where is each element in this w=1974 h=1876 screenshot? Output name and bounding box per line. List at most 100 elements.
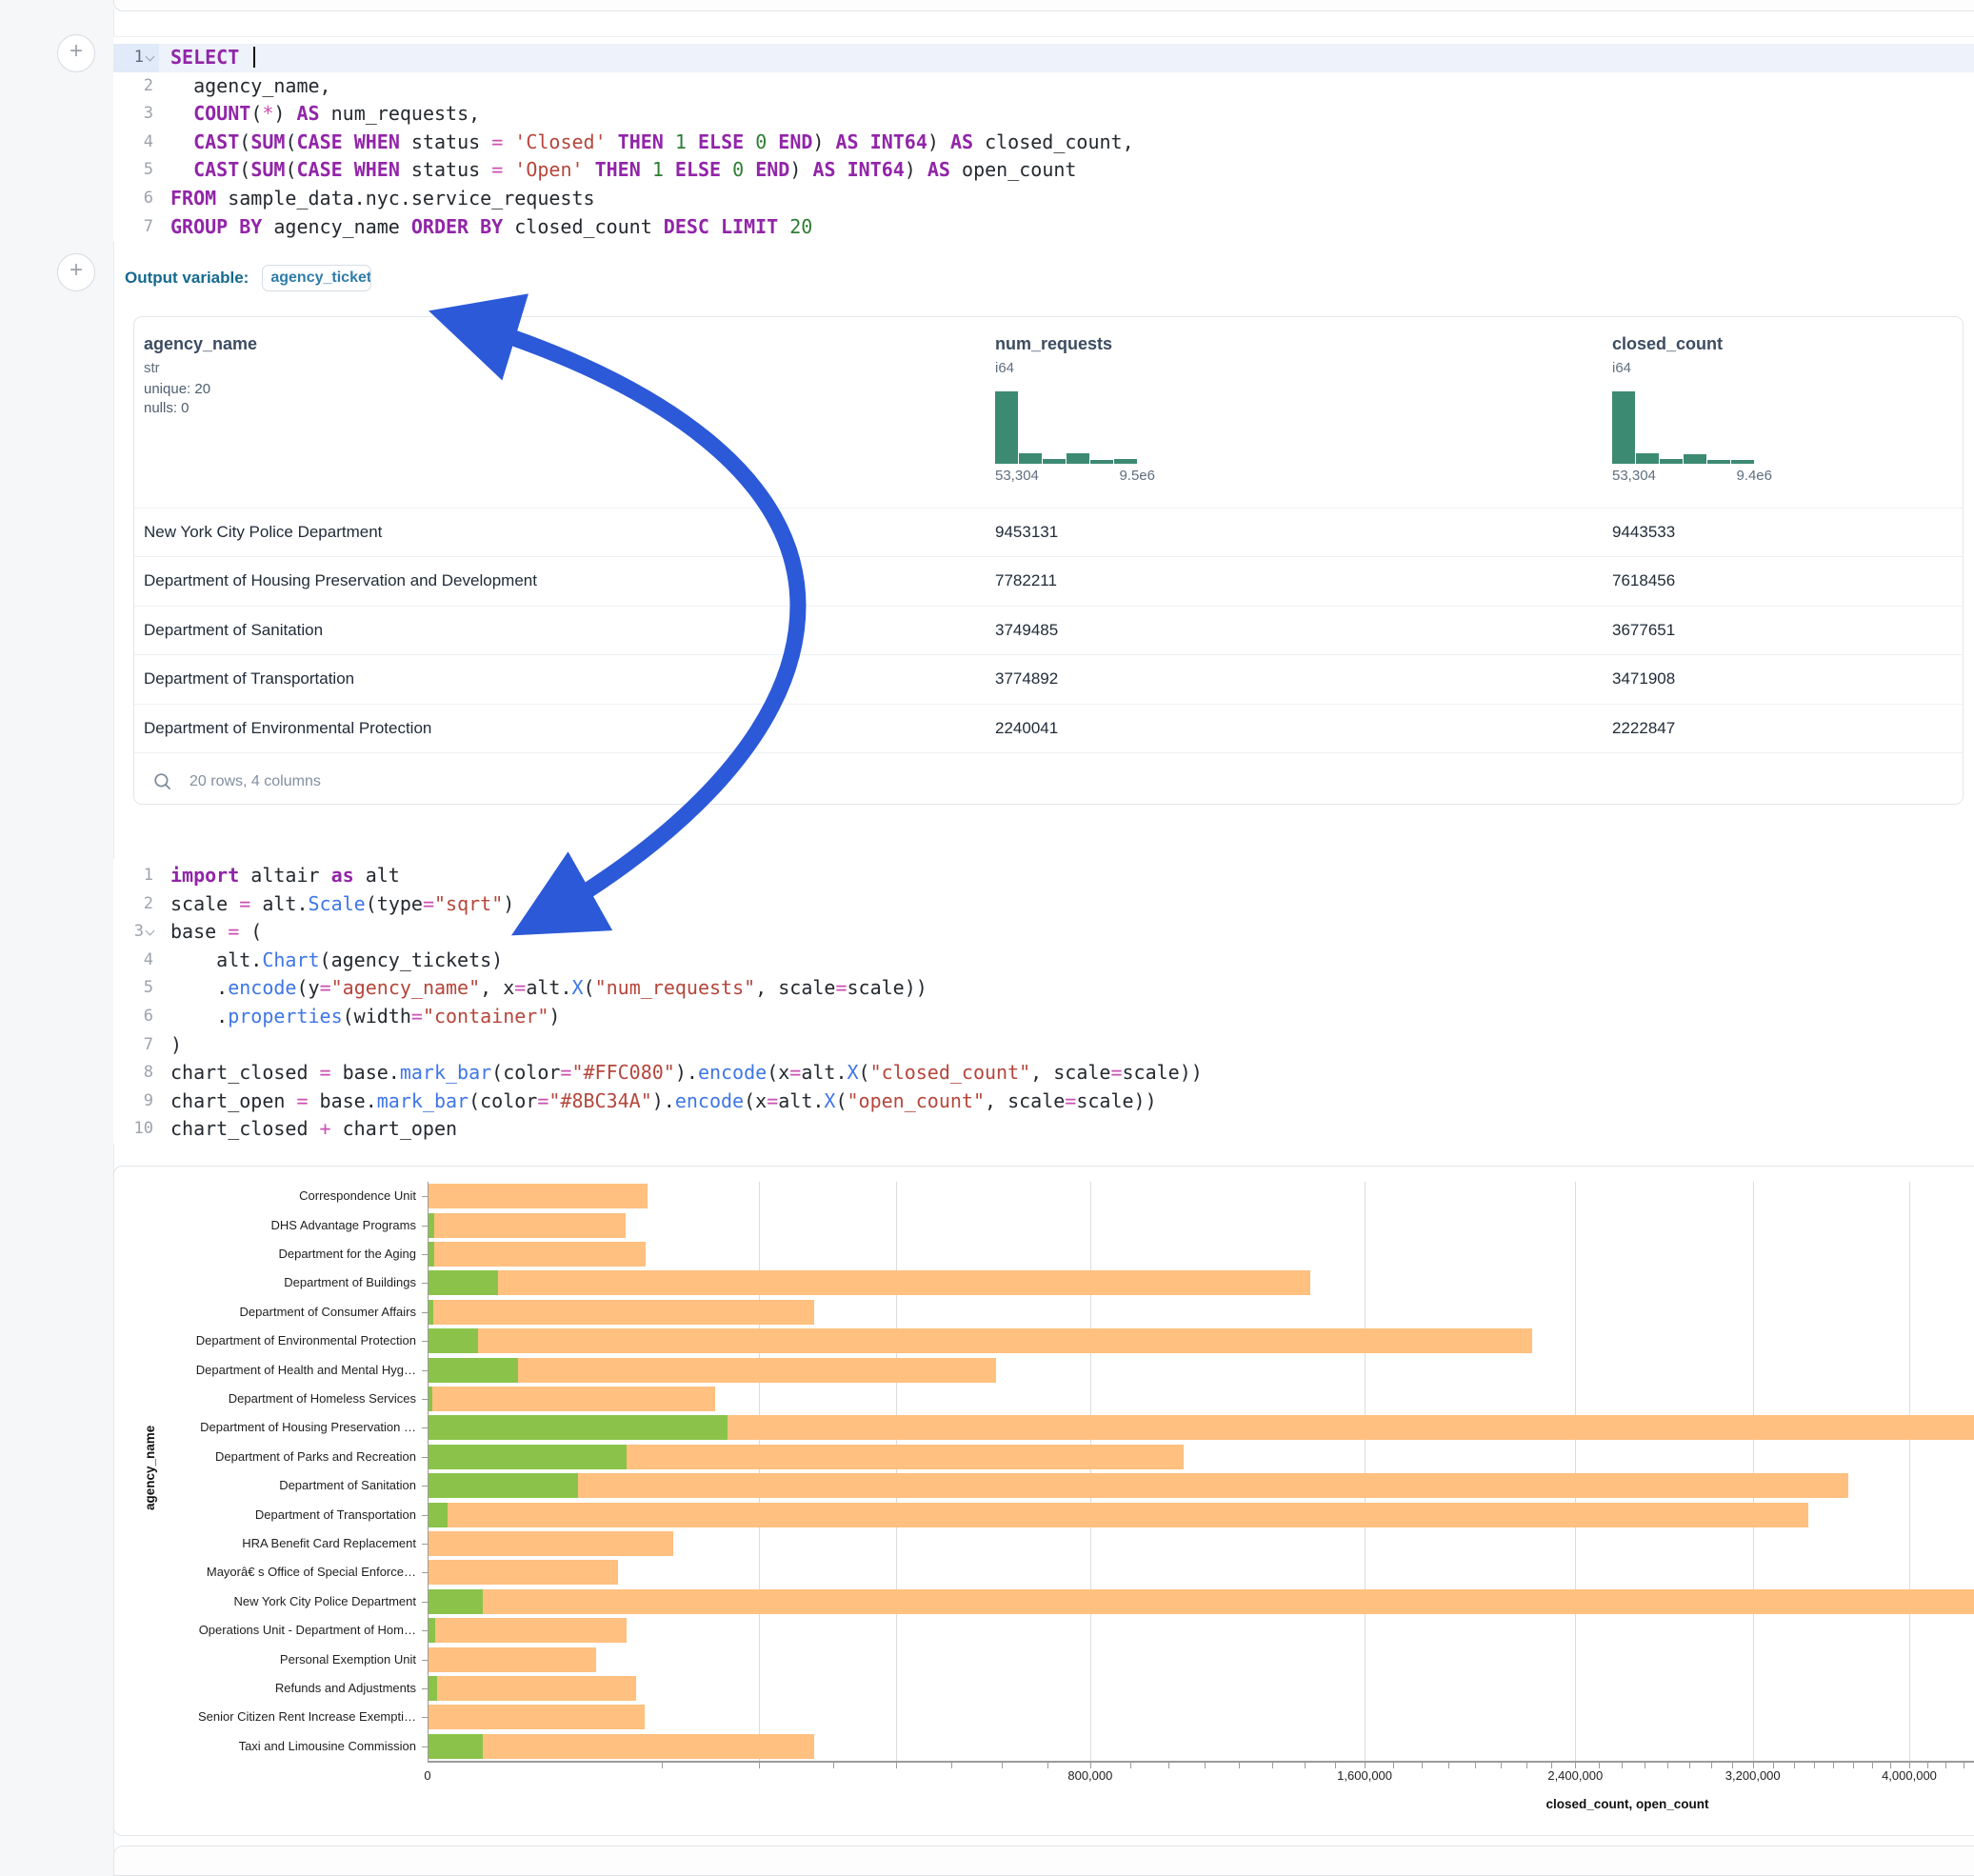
bar-closed-count (428, 1328, 1532, 1353)
chart-y-axis-title: agency_name (143, 1426, 157, 1510)
table-header: agency_namestrunique: 20nulls: 0 num_requ… (134, 317, 1963, 509)
x-minor-tick (1448, 1763, 1449, 1768)
code-line[interactable]: 5 CAST(SUM(CASE WHEN status = 'Open' THE… (113, 156, 1974, 185)
bar-open-count (428, 1618, 435, 1643)
line-number: 4 (113, 947, 159, 975)
column-header-agency_name[interactable]: agency_namestrunique: 20nulls: 0 (144, 334, 257, 416)
bar-open-count (428, 1734, 483, 1759)
gridline (1909, 1182, 1910, 1761)
next-cell-edge (113, 1846, 1974, 1876)
y-axis-label: Correspondence Unit (130, 1188, 416, 1203)
table-cell: 9443533 (1612, 509, 1675, 556)
x-minor-tick (662, 1763, 663, 1768)
table-cell: 3471908 (1612, 655, 1675, 703)
bar-closed-count (428, 1647, 596, 1672)
y-axis-label: Department of Consumer Affairs (130, 1305, 416, 1319)
line-number: 7 (113, 1031, 159, 1060)
line-number: 2 (113, 890, 159, 919)
x-axis-label: 3,200,000 (1686, 1768, 1820, 1783)
code-line[interactable]: 1import altair as alt (113, 862, 1974, 890)
column-header-closed_count[interactable]: closed_counti6453,3049.4e6 (1612, 334, 1772, 484)
code-line[interactable]: 2 agency_name, (113, 72, 1974, 101)
code-text: COUNT(*) AS num_requests, (159, 100, 480, 129)
line-number: 1 (113, 862, 159, 890)
bar-open-count (428, 1445, 627, 1469)
y-axis-label: Department of Sanitation (130, 1478, 416, 1492)
code-text: import altair as alt (159, 862, 400, 890)
table-cell: Department of Sanitation (144, 607, 323, 654)
x-minor-tick (1239, 1763, 1240, 1768)
output-variable-pill[interactable]: agency_tickets (262, 265, 371, 291)
code-line[interactable]: 7) (113, 1031, 1974, 1060)
table-row: New York City Police Department945313194… (134, 509, 1963, 557)
code-text: chart_open = base.mark_bar(color="#8BC34… (159, 1088, 1157, 1116)
gridline (1575, 1182, 1576, 1761)
y-axis-label: DHS Advantage Programs (130, 1218, 416, 1232)
table-row: Department of Housing Preservation and D… (134, 557, 1963, 606)
sql-code-cell[interactable]: 1SELECT 2 agency_name,3 COUNT(*) AS num_… (113, 36, 1974, 241)
bar-closed-count (428, 1676, 636, 1701)
line-number: 4 (113, 129, 159, 157)
code-line[interactable]: 2scale = alt.Scale(type="sqrt") (113, 890, 1974, 919)
code-line[interactable]: 10chart_closed + chart_open (113, 1115, 1974, 1144)
code-text: CAST(SUM(CASE WHEN status = 'Closed' THE… (159, 129, 1134, 157)
bar-closed-count (428, 1300, 814, 1325)
table-cell: Department of Housing Preservation and D… (144, 557, 537, 605)
code-line[interactable]: 7GROUP BY agency_name ORDER BY closed_co… (113, 213, 1974, 242)
gridline (1753, 1182, 1754, 1761)
code-line[interactable]: 4 CAST(SUM(CASE WHEN status = 'Closed' T… (113, 129, 1974, 157)
table-cell: 3677651 (1612, 607, 1675, 654)
code-text: alt.Chart(agency_tickets) (159, 947, 503, 975)
y-axis-label: Personal Exemption Unit (130, 1652, 416, 1666)
bar-open-count (428, 1213, 434, 1238)
chart-plot: closed_count, open_count Correspondence … (428, 1182, 1974, 1761)
code-line[interactable]: 1SELECT (113, 44, 1974, 72)
fold-caret-icon[interactable] (146, 927, 155, 936)
code-line[interactable]: 3base = ( (113, 918, 1974, 947)
x-minor-tick (1833, 1763, 1834, 1768)
python-code-cell[interactable]: 1import altair as alt2scale = alt.Scale(… (113, 859, 1974, 1144)
line-number: 3 (113, 918, 159, 947)
code-text: SELECT (159, 44, 255, 72)
bar-closed-count (428, 1270, 1310, 1295)
code-line[interactable]: 5 .encode(y="agency_name", x=alt.X("num_… (113, 974, 1974, 1003)
y-axis-label: Refunds and Adjustments (130, 1681, 416, 1695)
bar-open-count (428, 1242, 434, 1267)
code-text: base = ( (159, 918, 262, 947)
code-line[interactable]: 9chart_open = base.mark_bar(color="#8BC3… (113, 1088, 1974, 1116)
y-axis-label: Senior Citizen Rent Increase Exempti… (130, 1709, 416, 1724)
output-variable-label: Output variable: (125, 269, 249, 288)
table-cell: 2240041 (995, 705, 1058, 752)
search-icon[interactable] (153, 772, 172, 791)
add-cell-button-below[interactable]: + (57, 253, 95, 291)
y-axis-label: Department for the Aging (130, 1247, 416, 1261)
code-line[interactable]: 8chart_closed = base.mark_bar(color="#FF… (113, 1059, 1974, 1088)
table-cell: Department of Environmental Protection (144, 705, 431, 752)
column-header-num_requests[interactable]: num_requestsi6453,3049.5e6 (995, 334, 1155, 484)
code-text: GROUP BY agency_name ORDER BY closed_cou… (159, 213, 812, 242)
bar-open-count (428, 1328, 478, 1353)
y-axis-label: HRA Benefit Card Replacement (130, 1536, 416, 1550)
column-stats: unique: 20nulls: 0 (144, 381, 257, 416)
y-axis-line (428, 1182, 429, 1761)
code-line[interactable]: 6FROM sample_data.nyc.service_requests (113, 185, 1974, 213)
column-type: i64 (995, 360, 1155, 376)
bar-closed-count (428, 1387, 715, 1411)
line-number: 5 (113, 156, 159, 185)
y-axis-label: Department of Housing Preservation … (130, 1420, 416, 1434)
line-number: 7 (113, 213, 159, 242)
add-cell-button-top[interactable]: + (57, 34, 95, 72)
y-axis-label: Department of Environmental Protection (130, 1333, 416, 1347)
table-cell: 7782211 (995, 557, 1057, 605)
column-histogram (995, 391, 1138, 464)
code-line[interactable]: 4 alt.Chart(agency_tickets) (113, 947, 1974, 975)
code-text: chart_closed = base.mark_bar(color="#FFC… (159, 1059, 1203, 1088)
fold-caret-icon[interactable] (146, 52, 155, 62)
column-histogram (1612, 391, 1755, 464)
code-line[interactable]: 3 COUNT(*) AS num_requests, (113, 100, 1974, 129)
x-minor-tick (1667, 1763, 1668, 1768)
table-cell: 3749485 (995, 607, 1058, 654)
line-number: 8 (113, 1059, 159, 1088)
bar-closed-count (428, 1213, 626, 1238)
code-line[interactable]: 6 .properties(width="container") (113, 1003, 1974, 1031)
